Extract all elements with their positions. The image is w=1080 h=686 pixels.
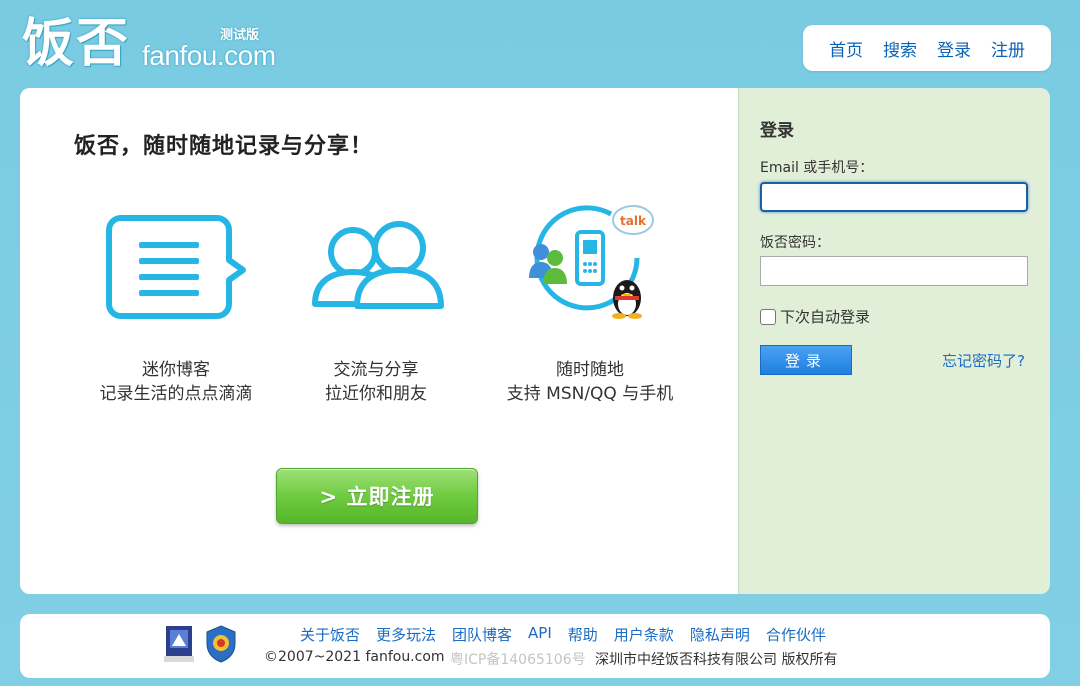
slogan: 饭否，随时随地记录与分享！ <box>74 134 374 159</box>
copyright: ©2007~2021 fanfou.com <box>264 649 445 665</box>
footer-link-api[interactable]: API <box>528 624 552 645</box>
nav-login[interactable]: 登录 <box>937 36 971 61</box>
footer-link-partners[interactable]: 合作伙伴 <box>766 624 826 645</box>
remember-me[interactable]: 下次自动登录 <box>760 306 870 327</box>
svg-text:talk: talk <box>620 214 647 228</box>
footer-link-team-blog[interactable]: 团队博客 <box>452 624 512 645</box>
speech-bubble-icon <box>101 200 251 330</box>
footer-links: 关于饭否 更多玩法 团队博客 API 帮助 用户条款 隐私声明 合作伙伴 <box>300 624 826 645</box>
email-field[interactable] <box>760 182 1028 212</box>
footer-link-about[interactable]: 关于饭否 <box>300 624 360 645</box>
license-badge-icon[interactable] <box>162 624 196 664</box>
top-nav: 首页 搜索 登录 注册 <box>803 25 1051 71</box>
footer-link-more[interactable]: 更多玩法 <box>376 624 436 645</box>
footer: 关于饭否 更多玩法 团队博客 API 帮助 用户条款 隐私声明 合作伙伴 ©20… <box>20 614 1050 678</box>
feature-microblog: 迷你博客 记录生活的点点滴滴 <box>76 200 276 406</box>
login-title: 登录 <box>760 121 794 141</box>
logo[interactable]: 饭否 测试版 fanfou.com <box>20 10 280 76</box>
company-rights: 深圳市中经饭否科技有限公司 版权所有 <box>595 652 838 668</box>
feature-title: 迷你博客 <box>142 360 210 380</box>
register-now-button[interactable]: > 立即注册 <box>276 468 478 524</box>
main-panel: 饭否，随时随地记录与分享！ 迷你博客 记录生活的点点滴滴 交流与分享 拉近你和朋… <box>20 88 1050 594</box>
remember-me-label: 下次自动登录 <box>780 308 871 326</box>
mobile-im-icon: talk <box>515 200 665 330</box>
feature-desc: 支持 MSN/QQ 与手机 <box>506 384 674 404</box>
email-label: Email 或手机号： <box>760 160 874 176</box>
intro-section: 饭否，随时随地记录与分享！ 迷你博客 记录生活的点点滴滴 交流与分享 拉近你和朋… <box>20 88 738 594</box>
footer-link-privacy[interactable]: 隐私声明 <box>690 624 750 645</box>
feature-mobile: talk 随时随地 支持 MSN/QQ 与手机 <box>470 200 710 406</box>
nav-register[interactable]: 注册 <box>991 36 1025 61</box>
feature-title: 交流与分享 <box>333 360 419 380</box>
password-field[interactable] <box>760 256 1028 286</box>
footer-link-help[interactable]: 帮助 <box>568 624 598 645</box>
login-panel: 登录 Email 或手机号： 饭否密码： 下次自动登录 登录 忘记密码了? <box>738 88 1050 594</box>
feature-share: 交流与分享 拉近你和朋友 <box>276 200 476 406</box>
footer-link-terms[interactable]: 用户条款 <box>614 624 674 645</box>
forgot-password-link[interactable]: 忘记密码了? <box>942 350 1025 371</box>
people-icon <box>301 200 451 330</box>
password-label: 饭否密码： <box>760 235 830 251</box>
logo-chinese: 饭否 <box>22 13 131 74</box>
police-shield-icon[interactable] <box>204 624 238 664</box>
nav-home[interactable]: 首页 <box>829 36 863 61</box>
remember-me-checkbox[interactable] <box>760 308 776 325</box>
icp-number[interactable]: 粤ICP备14065106号 <box>450 649 586 669</box>
feature-title: 随时随地 <box>556 360 624 380</box>
feature-desc: 记录生活的点点滴滴 <box>99 384 253 404</box>
login-button[interactable]: 登录 <box>760 345 852 375</box>
feature-desc: 拉近你和朋友 <box>325 384 427 404</box>
nav-search[interactable]: 搜索 <box>883 36 917 61</box>
logo-domain: fanfou.com <box>142 40 276 71</box>
